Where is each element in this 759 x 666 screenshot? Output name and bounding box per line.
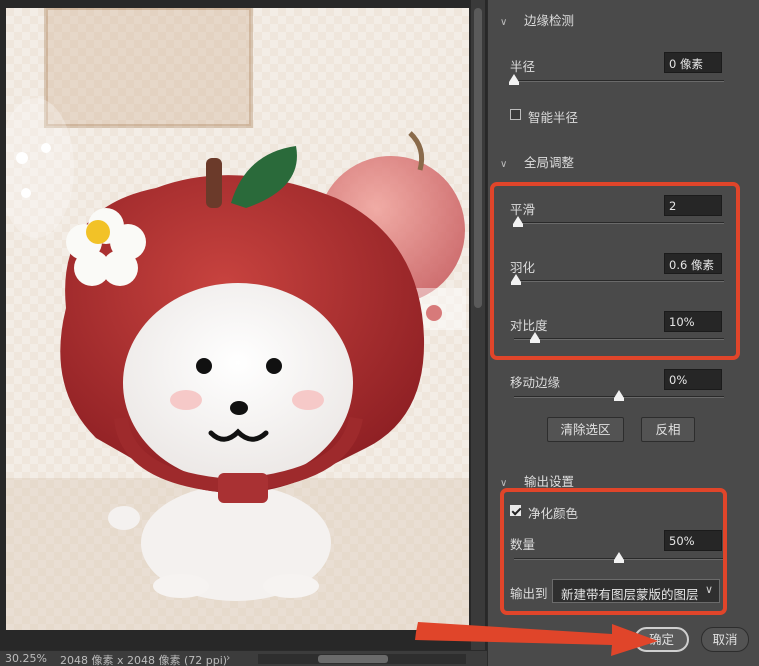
section-output-settings[interactable]: ∨ 输出设置 — [500, 471, 574, 490]
decontaminate-colors-checkbox[interactable] — [510, 505, 521, 516]
shift-edge-label: 移动边缘 — [510, 375, 561, 390]
canvas-horizontal-scrollbar[interactable] — [258, 654, 466, 664]
chevron-down-icon[interactable]: ∨ — [500, 159, 514, 170]
amount-slider[interactable] — [514, 552, 724, 563]
refine-edge-panel: ∨ 边缘检测 半径 0 像素 智能半径 ∨ 全局调整 平滑 2 羽化 0.6 像素 … — [487, 0, 759, 666]
section-title: 输出设置 — [524, 474, 575, 489]
scrollbar-thumb[interactable] — [318, 655, 388, 663]
image-canvas[interactable] — [6, 8, 469, 630]
output-to-label: 输出到 — [510, 586, 548, 601]
contrast-label: 对比度 — [510, 318, 548, 333]
slider-knob[interactable] — [511, 274, 522, 285]
contrast-slider[interactable] — [514, 332, 724, 343]
slider-knob[interactable] — [509, 74, 519, 85]
smart-radius-label: 智能半径 — [528, 110, 579, 125]
status-bar: 30.25% 2048 像素 x 2048 像素 (72 ppi) › — [0, 650, 487, 666]
section-global-refinements[interactable]: ∨ 全局调整 — [500, 152, 574, 171]
smooth-input[interactable]: 2 — [664, 195, 722, 216]
radius-input[interactable]: 0 像素 — [664, 52, 722, 73]
decontaminate-colors-label: 净化颜色 — [528, 506, 579, 521]
slider-knob[interactable] — [513, 216, 524, 227]
section-title: 全局调整 — [524, 155, 575, 170]
canvas-area[interactable] — [0, 0, 487, 650]
document-info: 2048 像素 x 2048 像素 (72 ppi) — [60, 654, 228, 666]
feather-input[interactable]: 0.6 像素 — [664, 253, 722, 274]
contrast-input[interactable]: 10% — [664, 311, 722, 332]
chevron-down-icon[interactable]: ∨ — [500, 478, 514, 489]
section-edge-detection[interactable]: ∨ 边缘检测 — [500, 10, 574, 29]
canvas-vertical-scrollbar[interactable] — [471, 0, 485, 650]
shift-edge-slider[interactable] — [514, 390, 724, 401]
chevron-down-icon[interactable]: ∨ — [500, 17, 514, 28]
section-title: 边缘检测 — [524, 13, 575, 28]
smart-radius-checkbox[interactable] — [510, 109, 521, 120]
feather-slider[interactable] — [511, 274, 724, 285]
slider-knob[interactable] — [614, 390, 624, 401]
scrollbar-thumb[interactable] — [474, 8, 482, 308]
dropdown-chevron-icon: ∨ — [704, 583, 713, 596]
radius-slider[interactable] — [509, 74, 724, 85]
cancel-button[interactable]: 取消 — [701, 627, 749, 652]
invert-button[interactable]: 反相 — [641, 417, 695, 442]
output-to-select[interactable]: 新建带有图层蒙版的图层 ∨ — [552, 579, 720, 603]
clear-selection-button[interactable]: 清除选区 — [547, 417, 624, 442]
zoom-level[interactable]: 30.25% — [5, 652, 47, 665]
amount-input[interactable]: 50% — [664, 530, 722, 551]
amount-label: 数量 — [510, 537, 536, 552]
output-to-value: 新建带有图层蒙版的图层 — [561, 587, 699, 602]
radius-label: 半径 — [510, 59, 536, 74]
shift-edge-input[interactable]: 0% — [664, 369, 722, 390]
slider-knob[interactable] — [530, 332, 540, 343]
ok-button[interactable]: 确定 — [634, 627, 689, 652]
apple-plush-photo — [6, 8, 469, 630]
slider-knob[interactable] — [614, 552, 624, 563]
chevron-right-icon[interactable]: › — [226, 651, 230, 664]
smooth-slider[interactable] — [513, 216, 724, 227]
